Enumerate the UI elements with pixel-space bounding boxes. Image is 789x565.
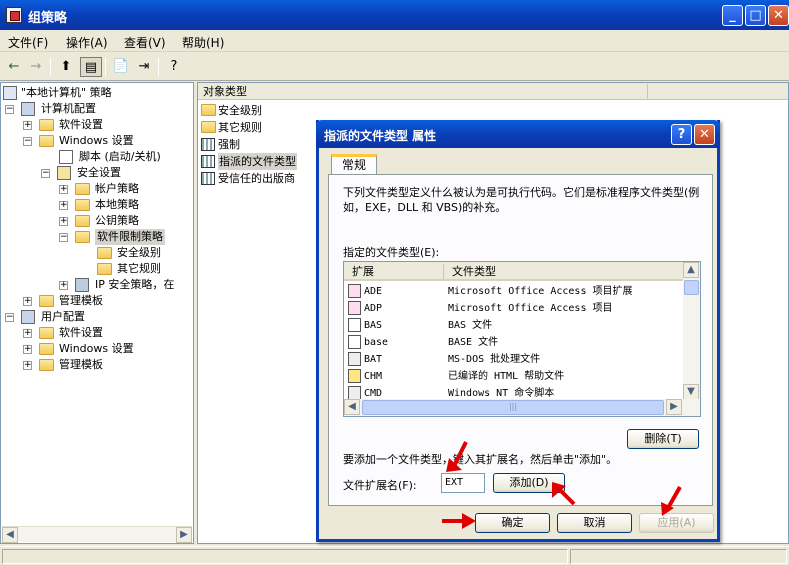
annotation-overlay [442, 441, 682, 529]
annotation-arrow-to-add-button [552, 482, 576, 506]
annotation-arrow-to-apply-button [661, 486, 682, 516]
annotation-arrow-to-ext-input [446, 441, 468, 472]
annotation-arrow-to-ok-button [442, 513, 476, 529]
